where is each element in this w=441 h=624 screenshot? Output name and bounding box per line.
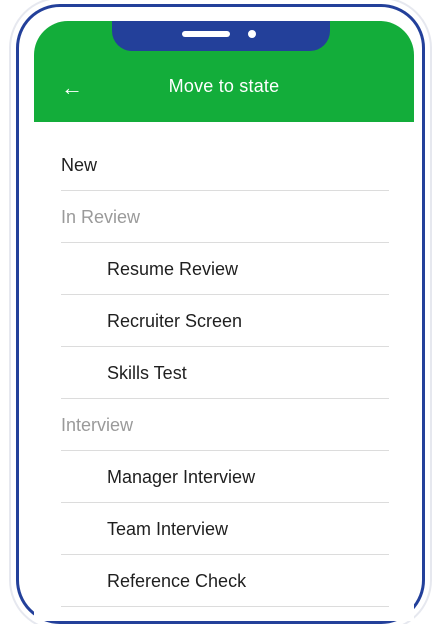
state-item-skills-test[interactable]: Skills Test [34, 347, 414, 399]
section-label: In Review [61, 206, 141, 227]
section-header-in-review: In Review [34, 191, 414, 243]
state-item-manager-interview[interactable]: Manager Interview [34, 451, 414, 503]
state-list: New In Review Resume Review Recruiter Sc… [34, 139, 414, 607]
section-label: Interview [61, 414, 134, 435]
phone-notch [112, 21, 330, 51]
state-item-label: Manager Interview [107, 466, 256, 487]
phone-screen: ← Move to state New In Review Resume Rev… [34, 21, 414, 621]
state-item-label: Resume Review [107, 258, 239, 279]
camera-icon [248, 30, 256, 38]
state-item-recruiter-screen[interactable]: Recruiter Screen [34, 295, 414, 347]
speaker-icon [182, 31, 230, 37]
state-item-reference-check[interactable]: Reference Check [34, 555, 414, 607]
state-item-label: Skills Test [107, 362, 187, 383]
section-header-interview: Interview [34, 399, 414, 451]
state-item-label: Recruiter Screen [107, 310, 243, 331]
state-item-new[interactable]: New [34, 139, 414, 191]
state-item-team-interview[interactable]: Team Interview [34, 503, 414, 555]
state-item-label: Team Interview [107, 518, 229, 539]
state-item-label: New [61, 154, 98, 175]
page-title: Move to state [168, 76, 280, 96]
state-item-resume-review[interactable]: Resume Review [34, 243, 414, 295]
state-item-label: Reference Check [107, 570, 247, 591]
